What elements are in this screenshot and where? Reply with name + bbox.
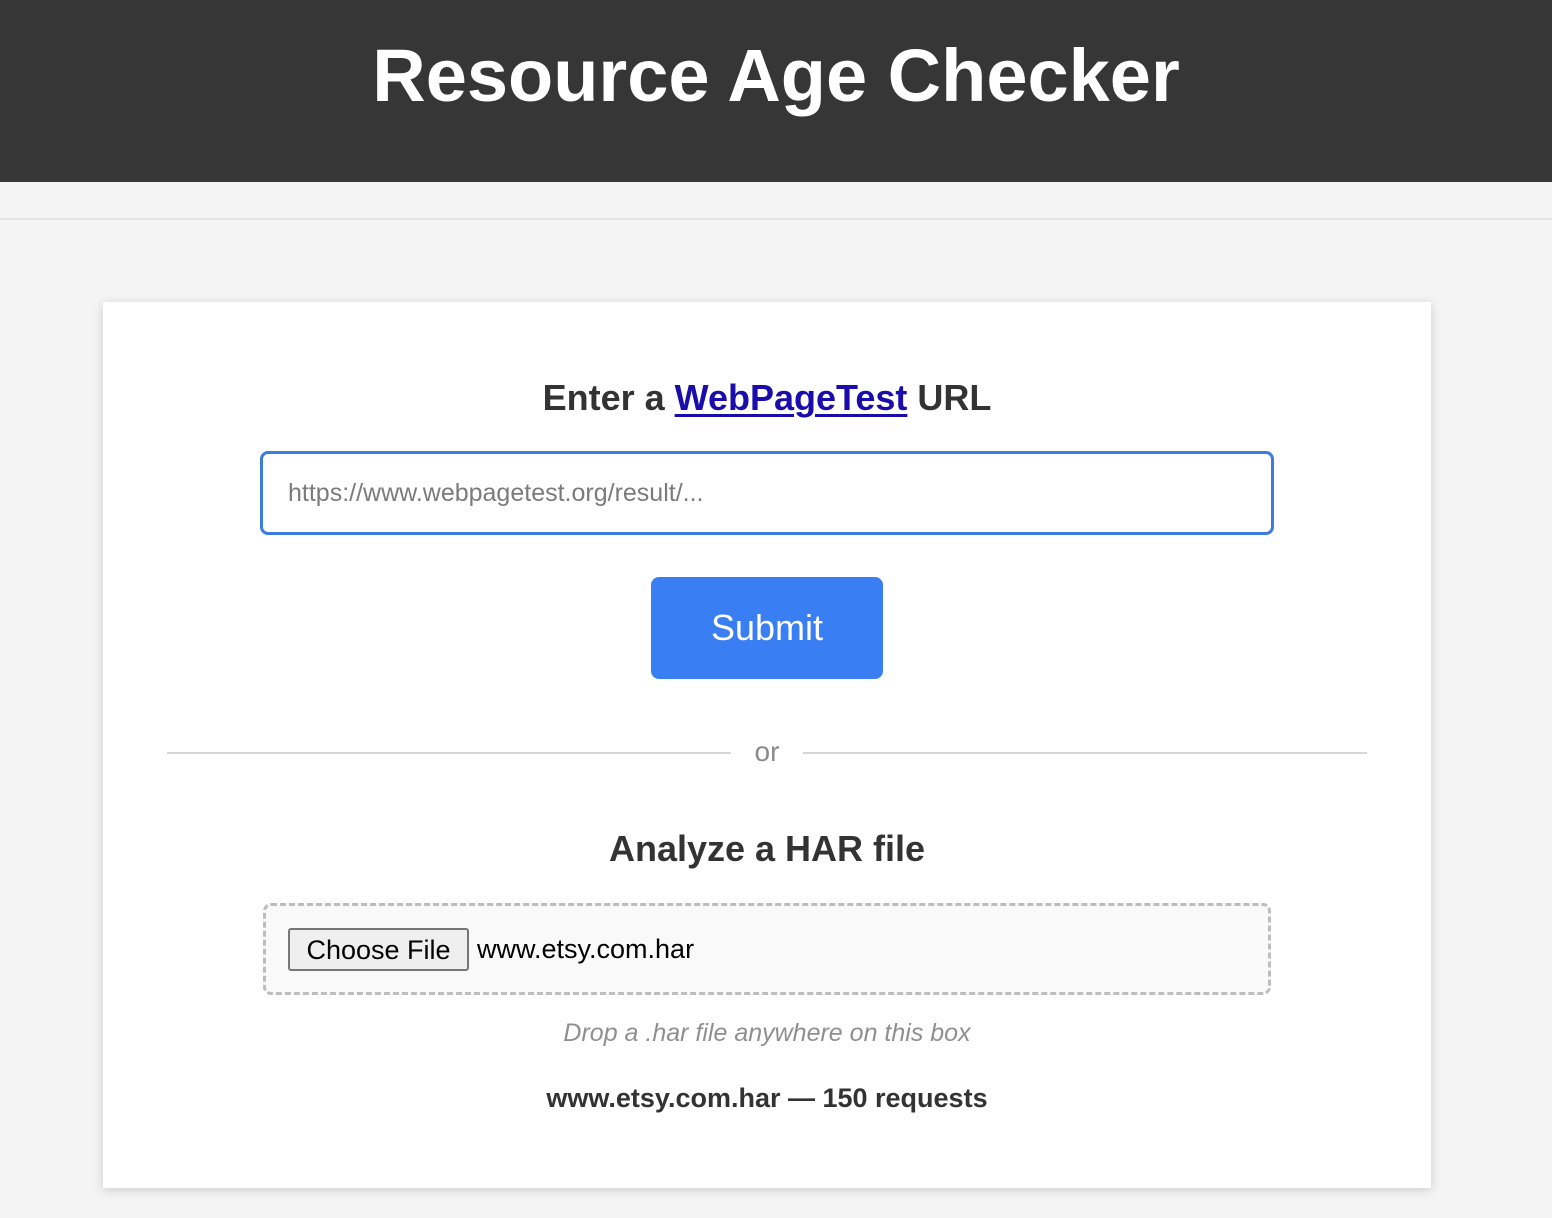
har-section-title: Analyze a HAR file: [608, 828, 926, 869]
divider-line-left: [167, 752, 731, 754]
page-header: Resource Age Checker: [0, 0, 1552, 182]
url-section-title: Enter a WebPageTest URL: [103, 376, 1431, 420]
drop-hint: Drop a .har file anywhere on this box: [563, 1019, 971, 1047]
har-dropzone[interactable]: Choose File www.etsy.com.har: [263, 903, 1271, 995]
main-card: Enter a WebPageTest URL Submit or Analyz…: [103, 302, 1431, 1188]
file-status: www.etsy.com.har — 150 requests: [546, 1083, 988, 1113]
url-title-suffix: URL: [907, 377, 992, 418]
page-title: Resource Age Checker: [372, 34, 1180, 117]
divider-label: or: [754, 736, 780, 767]
header-separator: [0, 182, 1552, 220]
divider-line-right: [803, 752, 1367, 754]
choose-file-button[interactable]: Choose File: [288, 928, 469, 971]
webpagetest-link[interactable]: WebPageTest: [675, 377, 908, 418]
url-title-prefix: Enter a: [542, 377, 675, 418]
url-input[interactable]: [260, 451, 1274, 535]
selected-file-name: www.etsy.com.har: [477, 934, 695, 964]
submit-button[interactable]: Submit: [651, 577, 883, 679]
